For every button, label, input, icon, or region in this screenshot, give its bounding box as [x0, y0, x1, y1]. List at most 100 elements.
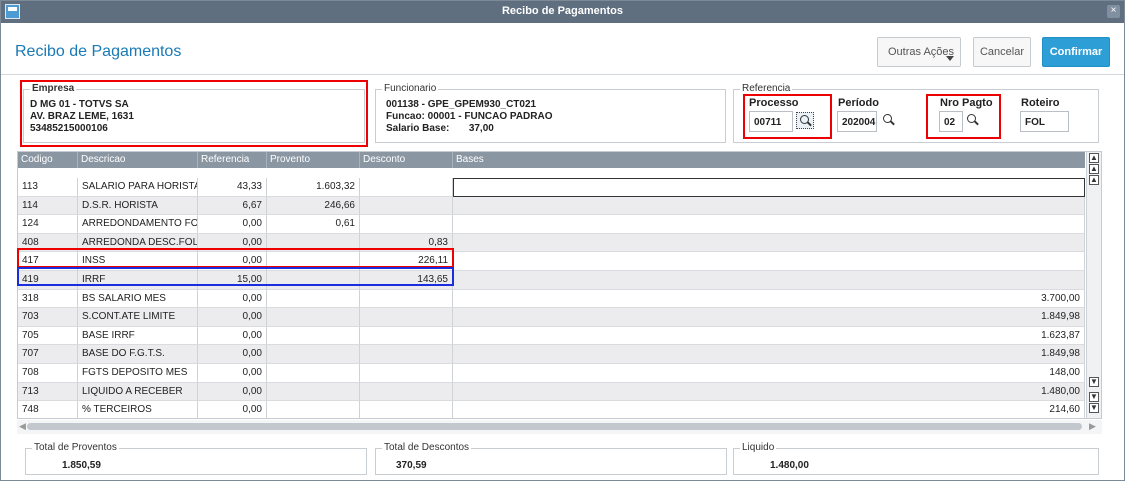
outras-acoes-button[interactable]: Outras Ações — [877, 37, 961, 67]
cell-descricao[interactable]: SALARIO PARA HORISTA — [78, 178, 198, 197]
cell-codigo[interactable]: 114 — [18, 196, 78, 216]
scroll-page-down-icon[interactable]: ▼ — [1089, 392, 1099, 402]
periodo-search-icon[interactable] — [883, 114, 895, 126]
cell-descricao[interactable]: BASE IRRF — [78, 326, 198, 346]
column-header-provento[interactable]: Provento — [267, 152, 360, 168]
cell-bases[interactable] — [453, 196, 1085, 216]
scroll-right-icon[interactable]: ▶ — [1089, 421, 1096, 432]
cell-bases[interactable] — [453, 252, 1085, 271]
cell-codigo[interactable]: 419 — [18, 271, 78, 290]
cell-referencia[interactable]: 0,00 — [198, 401, 267, 418]
cell-provento[interactable] — [267, 326, 360, 346]
cell-codigo[interactable]: 318 — [18, 289, 78, 309]
processo-field[interactable]: 00711 — [749, 111, 793, 132]
cell-provento[interactable]: 246,66 — [267, 196, 360, 216]
cell-provento[interactable] — [267, 345, 360, 364]
cell-provento[interactable] — [267, 289, 360, 309]
confirm-button[interactable]: Confirmar — [1042, 37, 1110, 67]
nro-pagto-search-icon[interactable] — [967, 114, 979, 126]
cell-codigo[interactable]: 113 — [18, 178, 78, 197]
cell-desconto[interactable]: 0,83 — [360, 233, 453, 253]
table-row[interactable]: 318 BS SALARIO MES 0,00 3.700,00 — [18, 289, 1085, 309]
scroll-up-icon[interactable]: ▲ — [1089, 175, 1099, 185]
column-header-bases[interactable]: Bases — [453, 152, 1085, 168]
roteiro-field[interactable]: FOL — [1020, 111, 1069, 132]
column-header-descricao[interactable]: Descricao — [78, 152, 198, 168]
horizontal-scrollbar[interactable]: ◀ ▶ — [17, 420, 1102, 434]
cell-referencia[interactable]: 0,00 — [198, 364, 267, 383]
column-header-desconto[interactable]: Desconto — [360, 152, 453, 168]
cell-codigo[interactable]: 417 — [18, 252, 78, 271]
cell-codigo[interactable]: 708 — [18, 364, 78, 383]
cell-bases[interactable] — [453, 178, 1085, 197]
table-row[interactable]: 713 LIQUIDO A RECEBER 0,00 1.480,00 — [18, 382, 1085, 402]
cell-bases[interactable]: 1.623,87 — [453, 326, 1085, 346]
cancel-button[interactable]: Cancelar — [973, 37, 1031, 67]
cell-referencia[interactable]: 0,00 — [198, 326, 267, 346]
cell-desconto[interactable] — [360, 382, 453, 402]
processo-search-button[interactable] — [796, 112, 814, 129]
cell-desconto[interactable]: 226,11 — [360, 252, 453, 271]
cell-codigo[interactable]: 748 — [18, 401, 78, 418]
cell-desconto[interactable] — [360, 215, 453, 234]
cell-provento[interactable]: 1.603,32 — [267, 178, 360, 197]
cell-provento[interactable] — [267, 364, 360, 383]
table-row[interactable]: 748% TERCEIROS 0,00 214,60 — [18, 401, 1085, 418]
scroll-page-up-icon[interactable]: ▲ — [1089, 164, 1099, 174]
table-row[interactable]: 703 S.CONT.ATE LIMITE 0,00 1.849,98 — [18, 308, 1085, 327]
cell-codigo[interactable]: 705 — [18, 326, 78, 346]
cell-provento[interactable]: 0,61 — [267, 215, 360, 234]
cell-provento[interactable] — [267, 382, 360, 402]
cell-descricao[interactable]: D.S.R. HORISTA — [78, 196, 198, 216]
cell-referencia[interactable]: 6,67 — [198, 196, 267, 216]
cell-desconto[interactable] — [360, 308, 453, 327]
table-row[interactable]: 124ARREDONDAMENTO FOLHA0,000,61 — [18, 215, 1085, 234]
column-header-referencia[interactable]: Referencia — [198, 152, 267, 168]
table-row[interactable]: 419 IRRF 15,00 143,65 — [18, 271, 1085, 290]
cell-descricao[interactable]: S.CONT.ATE LIMITE — [78, 308, 198, 327]
cell-desconto[interactable] — [360, 178, 453, 197]
table-row[interactable]: 113 SALARIO PARA HORISTA 43,33 1.603,32 — [18, 178, 1085, 197]
cell-codigo[interactable]: 124 — [18, 215, 78, 234]
scroll-top-icon[interactable]: ▲ — [1089, 153, 1099, 163]
cell-codigo[interactable]: 707 — [18, 345, 78, 364]
cell-desconto[interactable] — [360, 326, 453, 346]
nro-pagto-field[interactable]: 02 — [939, 111, 963, 132]
horizontal-scroll-thumb[interactable] — [27, 423, 1082, 430]
cell-descricao[interactable]: INSS — [78, 252, 198, 271]
cell-desconto[interactable] — [360, 196, 453, 216]
cell-provento[interactable] — [267, 401, 360, 418]
cell-descricao[interactable]: ARREDONDA DESC.FOLH — [78, 233, 198, 253]
scroll-down-icon[interactable]: ▼ — [1089, 377, 1099, 387]
cell-referencia[interactable]: 0,00 — [198, 233, 267, 253]
cell-bases[interactable]: 1.849,98 — [453, 308, 1085, 327]
cell-desconto[interactable]: 143,65 — [360, 271, 453, 290]
cell-codigo[interactable]: 713 — [18, 382, 78, 402]
cell-desconto[interactable] — [360, 345, 453, 364]
cell-desconto[interactable] — [360, 289, 453, 309]
cell-desconto[interactable] — [360, 401, 453, 418]
cell-referencia[interactable]: 43,33 — [198, 178, 267, 197]
cell-provento[interactable] — [267, 308, 360, 327]
table-row[interactable]: 114 D.S.R. HORISTA 6,67 246,66 — [18, 196, 1085, 216]
cell-bases[interactable] — [453, 233, 1085, 253]
vertical-scrollbar[interactable]: ▲ ▲ ▲ ▼ ▼ ▼ — [1086, 152, 1101, 418]
table-row[interactable]: 705 BASE IRRF 0,00 1.623,87 — [18, 326, 1085, 346]
cell-referencia[interactable]: 0,00 — [198, 252, 267, 271]
periodo-field[interactable]: 202004 — [837, 111, 877, 132]
scroll-left-icon[interactable]: ◀ — [19, 421, 26, 432]
cell-referencia[interactable]: 0,00 — [198, 215, 267, 234]
cell-descricao[interactable]: BS SALARIO MES — [78, 289, 198, 309]
cell-provento[interactable] — [267, 271, 360, 290]
cell-referencia[interactable]: 15,00 — [198, 271, 267, 290]
cell-referencia[interactable]: 0,00 — [198, 308, 267, 327]
cell-descricao[interactable]: FGTS DEPOSITO MES — [78, 364, 198, 383]
cell-bases[interactable] — [453, 271, 1085, 290]
cell-bases[interactable]: 214,60 — [453, 401, 1085, 418]
cell-bases[interactable] — [453, 215, 1085, 234]
cell-referencia[interactable]: 0,00 — [198, 345, 267, 364]
cell-referencia[interactable]: 0,00 — [198, 289, 267, 309]
table-row[interactable]: 417 INSS 0,00 226,11 — [18, 252, 1085, 271]
table-row[interactable]: 707 BASE DO F.G.T.S. 0,00 1.849,98 — [18, 345, 1085, 364]
cell-desconto[interactable] — [360, 364, 453, 383]
